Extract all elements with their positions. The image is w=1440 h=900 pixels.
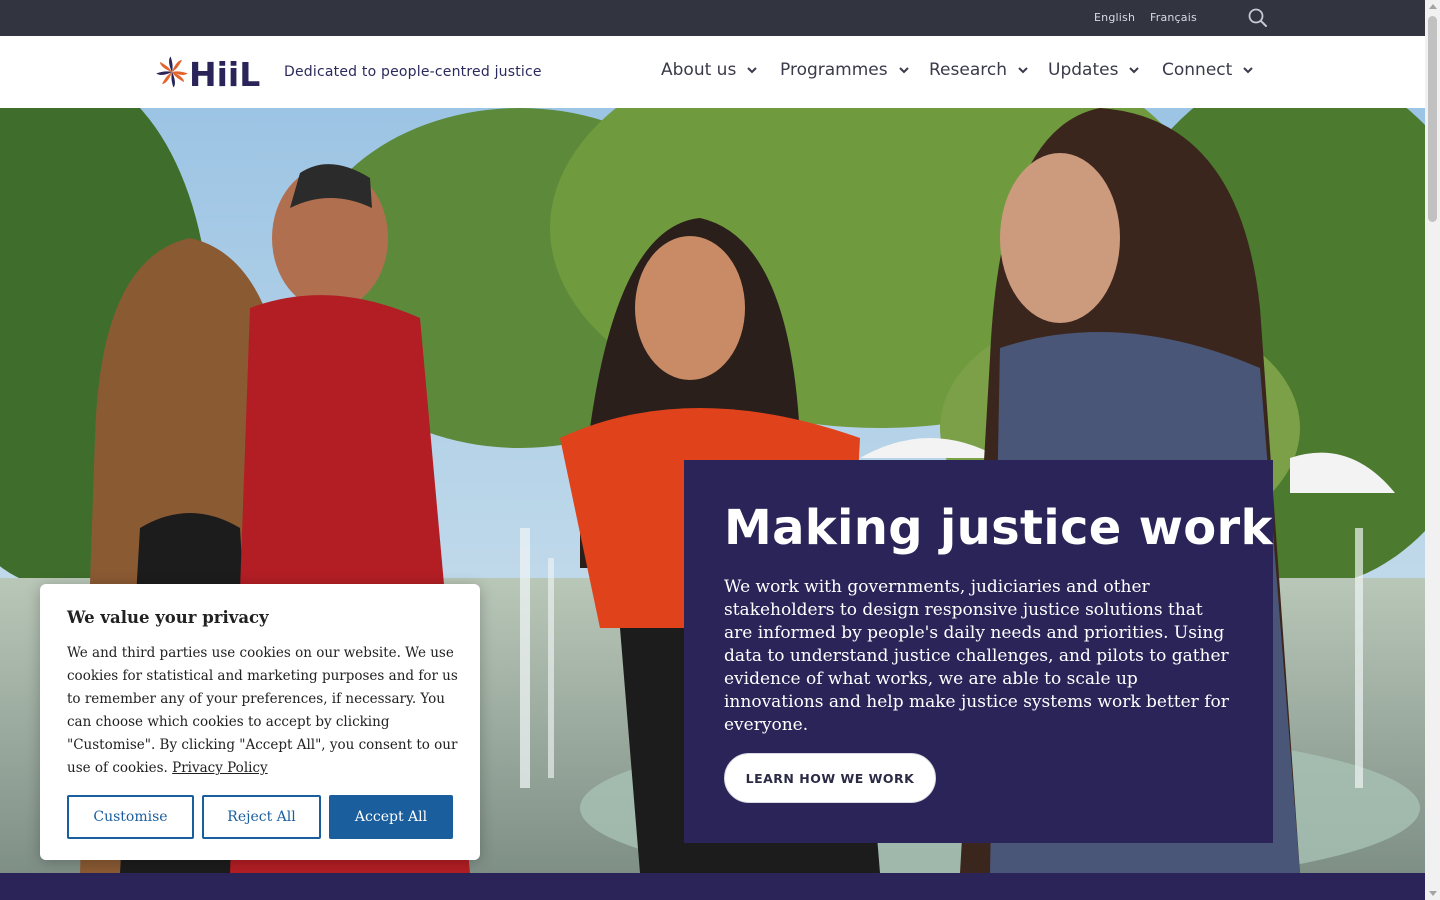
pinwheel-logo-icon: HiiL — [156, 55, 260, 94]
nav-programmes[interactable]: Programmes — [780, 60, 910, 80]
hero-text-panel: Making justice work We work with governm… — [684, 460, 1273, 843]
chevron-down-icon — [747, 67, 758, 74]
accept-all-button[interactable]: Accept All — [329, 795, 453, 839]
cookie-title: We value your privacy — [67, 608, 269, 627]
scrollbar-thumb[interactable] — [1428, 16, 1437, 222]
nav-programmes-label: Programmes — [780, 60, 888, 80]
page-scrollbar[interactable] — [1425, 0, 1440, 900]
cookie-body-text: We and third parties use cookies on our … — [67, 645, 458, 776]
hero-description: We work with governments, judiciaries an… — [724, 577, 1229, 735]
nav-connect[interactable]: Connect — [1162, 60, 1254, 80]
site-tagline: Dedicated to people-centred justice — [284, 64, 542, 80]
chevron-down-icon — [1018, 67, 1028, 74]
nav-research-label: Research — [929, 60, 1007, 80]
chevron-down-icon — [898, 67, 909, 74]
cookie-consent-dialog: We value your privacy We and third parti… — [40, 584, 480, 860]
customise-button[interactable]: Customise — [67, 795, 194, 839]
logo-wordmark: HiiL — [189, 55, 260, 92]
language-francais-link[interactable]: Français — [1150, 11, 1197, 24]
nav-about-us-label: About us — [661, 60, 737, 80]
next-section-strip — [0, 873, 1425, 900]
scroll-up-arrow-icon[interactable] — [1429, 4, 1437, 9]
nav-research[interactable]: Research — [929, 60, 1029, 80]
site-header: HiiL Dedicated to people-centred justice… — [0, 36, 1425, 108]
reject-all-button[interactable]: Reject All — [202, 795, 321, 839]
site-logo[interactable]: HiiL — [156, 54, 272, 94]
hero-title: Making justice work — [724, 500, 1273, 556]
chevron-down-icon — [1243, 67, 1254, 74]
scroll-down-arrow-icon[interactable] — [1429, 891, 1437, 896]
nav-updates-label: Updates — [1048, 60, 1119, 80]
search-button[interactable] — [1246, 6, 1270, 30]
learn-how-we-work-button[interactable]: LEARN HOW WE WORK — [724, 753, 936, 803]
chevron-down-icon — [1129, 67, 1140, 74]
top-utility-bar: English Français — [0, 0, 1425, 36]
nav-updates[interactable]: Updates — [1048, 60, 1140, 80]
nav-connect-label: Connect — [1162, 60, 1233, 80]
language-english-link[interactable]: English — [1094, 11, 1135, 24]
search-icon — [1248, 8, 1267, 27]
cookie-body: We and third parties use cookies on our … — [67, 642, 459, 780]
privacy-policy-link[interactable]: Privacy Policy — [172, 760, 268, 776]
nav-about-us[interactable]: About us — [661, 60, 758, 80]
